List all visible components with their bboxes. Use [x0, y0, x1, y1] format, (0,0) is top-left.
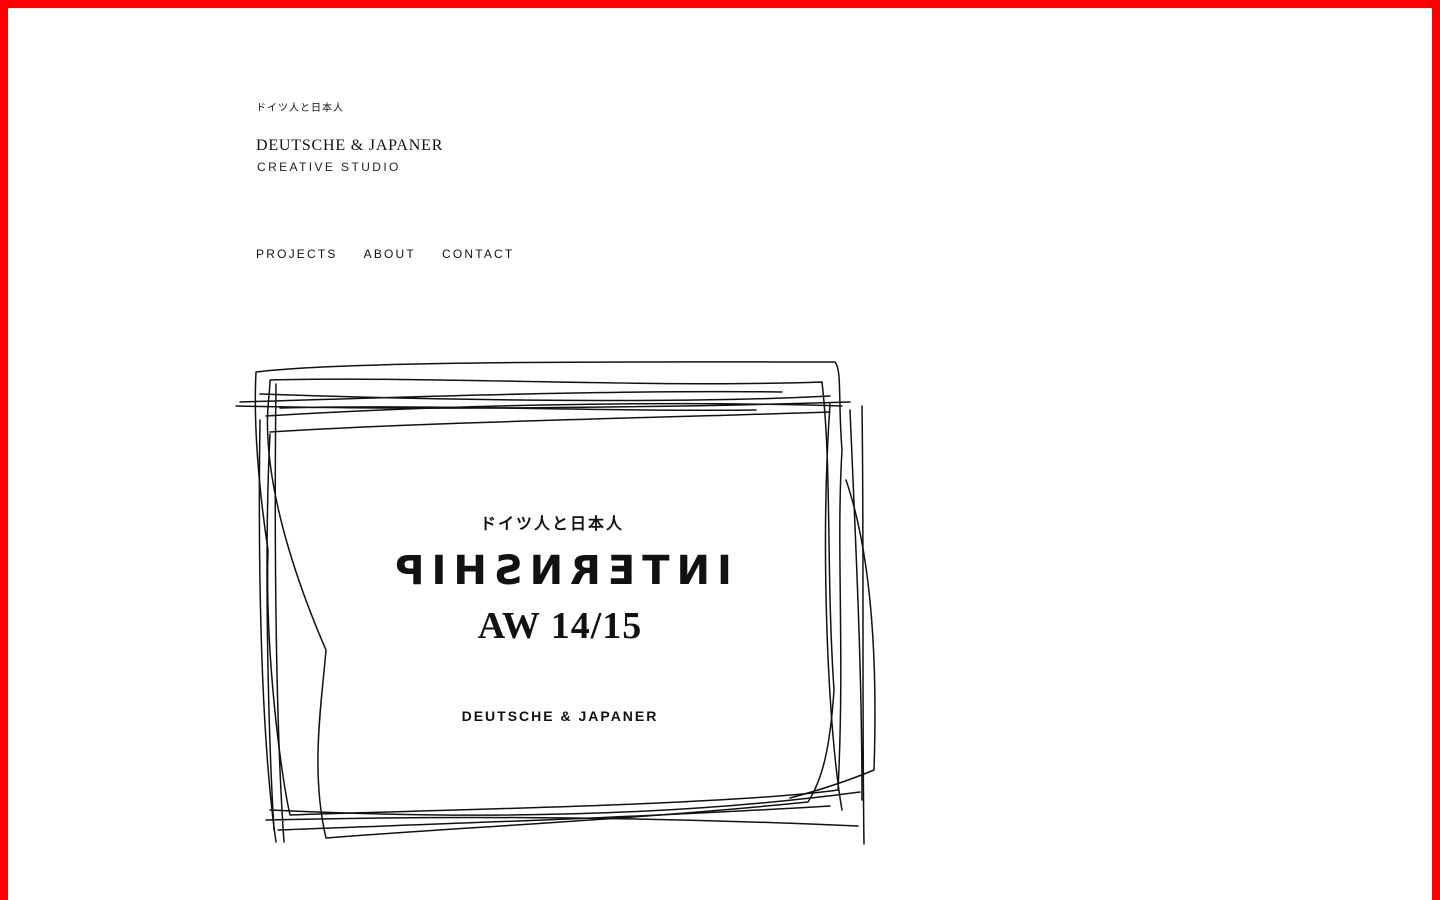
artwork-brand-text: DEUTSCHE & JAPANER	[461, 708, 659, 724]
main-nav: PROJECTS ABOUT CONTACT	[256, 247, 514, 261]
nav-item-projects[interactable]: PROJECTS	[256, 247, 338, 261]
artwork-season-text: AW 14/15	[477, 605, 643, 647]
artwork-japanese-text: ドイツ人と日本人	[480, 514, 625, 533]
nav-item-about[interactable]: ABOUT	[364, 247, 416, 261]
brand-japanese-text: ドイツ人と日本人	[256, 103, 344, 114]
brand-subtitle: CREATIVE STUDIO	[257, 160, 401, 174]
brand-name-link[interactable]: DEUTSCHE & JAPANER	[256, 137, 443, 155]
scribble-frame-artwork[interactable]	[230, 350, 880, 850]
nav-item-contact[interactable]: CONTACT	[442, 247, 515, 261]
artwork-mirrored-title: INTERNSHIP	[388, 548, 732, 594]
